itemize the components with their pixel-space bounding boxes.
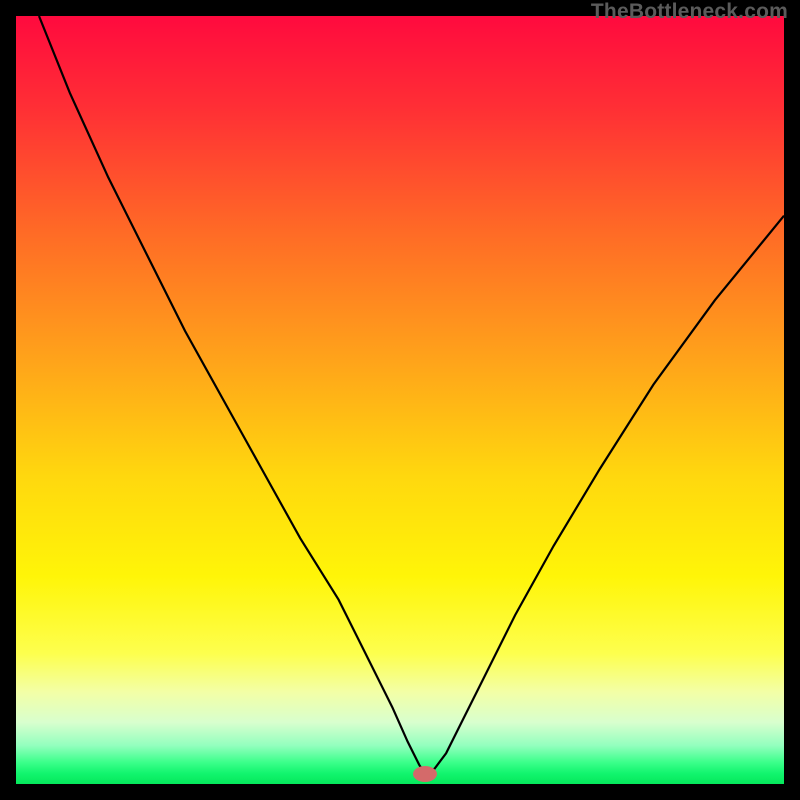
curve-svg-layer xyxy=(16,16,784,784)
watermark-text: TheBottleneck.com xyxy=(591,0,788,24)
chart-frame: TheBottleneck.com xyxy=(0,0,800,800)
bottleneck-curve xyxy=(39,16,784,774)
